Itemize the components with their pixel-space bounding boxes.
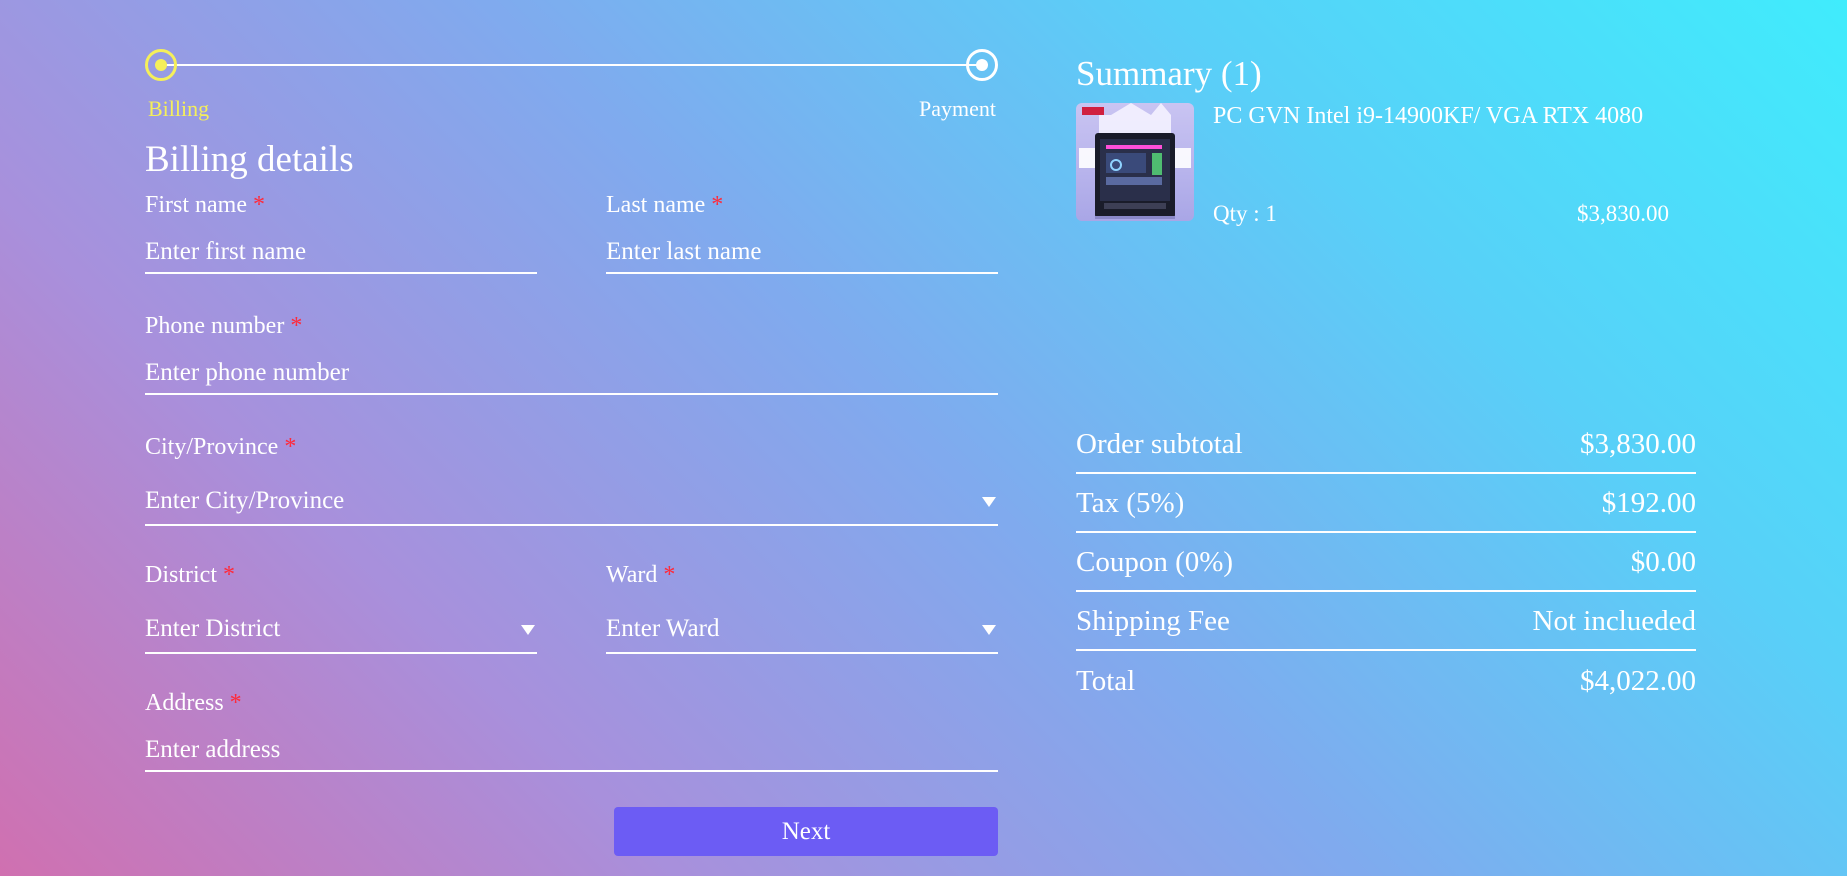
first-name-input[interactable] bbox=[145, 226, 537, 274]
tax-label: Tax (5%) bbox=[1076, 487, 1185, 519]
step-billing-label: Billing bbox=[148, 96, 210, 121]
required-mark: * bbox=[711, 192, 724, 218]
district-field: District * bbox=[145, 560, 537, 654]
ward-field: Ward * bbox=[606, 560, 998, 654]
stepper-line bbox=[161, 64, 982, 66]
total-value: $4,022.00 bbox=[1580, 665, 1696, 697]
next-button[interactable]: Next bbox=[614, 807, 998, 856]
phone-input[interactable] bbox=[145, 347, 998, 395]
city-field: City/Province * bbox=[145, 432, 998, 526]
ward-label: Ward * bbox=[606, 562, 676, 588]
caret-down-icon[interactable] bbox=[982, 497, 996, 507]
shipping-row: Shipping Fee Not inclueded bbox=[1076, 594, 1696, 651]
city-label: City/Province * bbox=[145, 434, 297, 460]
phone-field: Phone number * bbox=[145, 311, 998, 395]
pc-case-icon bbox=[1079, 103, 1191, 219]
first-name-label: First name * bbox=[145, 192, 265, 218]
subtotal-row: Order subtotal $3,830.00 bbox=[1076, 417, 1696, 474]
shipping-label: Shipping Fee bbox=[1076, 605, 1230, 637]
subtotal-value: $3,830.00 bbox=[1580, 428, 1696, 460]
tax-row: Tax (5%) $192.00 bbox=[1076, 476, 1696, 533]
subtotal-label: Order subtotal bbox=[1076, 428, 1243, 460]
required-mark: * bbox=[284, 434, 297, 460]
last-name-input[interactable] bbox=[606, 226, 998, 274]
step-billing-indicator[interactable] bbox=[145, 49, 177, 81]
coupon-label: Coupon (0%) bbox=[1076, 546, 1234, 578]
product-price: $3,830.00 bbox=[1577, 201, 1669, 226]
billing-title: Billing details bbox=[145, 139, 354, 180]
product-name: PC GVN Intel i9-14900KF/ VGA RTX 4080 bbox=[1213, 103, 1644, 129]
checkout-stepper: Billing Payment bbox=[145, 49, 998, 129]
last-name-label: Last name * bbox=[606, 192, 724, 218]
required-mark: * bbox=[290, 313, 303, 339]
order-totals: Order subtotal $3,830.00 Tax (5%) $192.0… bbox=[1076, 417, 1696, 712]
step-payment-label: Payment bbox=[919, 96, 996, 121]
summary-title: Summary (1) bbox=[1076, 54, 1262, 93]
last-name-field: Last name * bbox=[606, 190, 998, 274]
address-input[interactable] bbox=[145, 724, 998, 772]
address-field: Address * bbox=[145, 688, 998, 772]
caret-down-icon[interactable] bbox=[521, 625, 535, 635]
step-payment-indicator[interactable] bbox=[966, 49, 998, 81]
phone-label: Phone number * bbox=[145, 313, 303, 339]
tax-value: $192.00 bbox=[1601, 487, 1696, 519]
total-label: Total bbox=[1076, 665, 1136, 697]
required-mark: * bbox=[229, 690, 242, 716]
shipping-value: Not inclueded bbox=[1532, 605, 1696, 637]
coupon-value: $0.00 bbox=[1630, 546, 1696, 578]
required-mark: * bbox=[253, 192, 265, 218]
first-name-field: First name * bbox=[145, 190, 537, 274]
city-select[interactable] bbox=[145, 472, 998, 526]
ward-select[interactable] bbox=[606, 600, 998, 654]
total-row: Total $4,022.00 bbox=[1076, 653, 1696, 710]
required-mark: * bbox=[663, 562, 676, 588]
district-label: District * bbox=[145, 562, 235, 588]
pc-case-image bbox=[1076, 103, 1194, 221]
product-qty: Qty : 1 bbox=[1213, 201, 1277, 226]
caret-down-icon[interactable] bbox=[982, 625, 996, 635]
address-label: Address * bbox=[145, 690, 242, 716]
district-select[interactable] bbox=[145, 600, 537, 654]
coupon-row: Coupon (0%) $0.00 bbox=[1076, 535, 1696, 592]
required-mark: * bbox=[223, 562, 235, 588]
